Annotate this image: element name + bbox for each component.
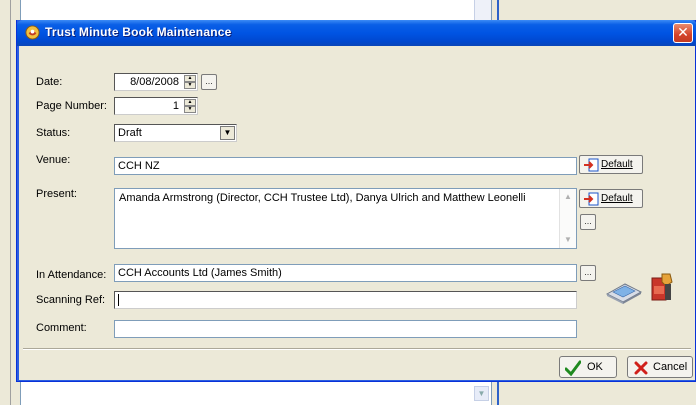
- date-field[interactable]: 8/08/2008 ▲ ▼: [114, 73, 198, 91]
- status-label: Status:: [36, 127, 71, 139]
- comment-label: Comment:: [36, 322, 87, 334]
- scanning-ref-label: Scanning Ref:: [36, 294, 106, 306]
- background-divider: [10, 0, 11, 405]
- insert-default-icon: [584, 192, 599, 206]
- background-scrollbar[interactable]: [474, 0, 491, 20]
- present-scrollbar[interactable]: ▲ ▼: [559, 189, 576, 248]
- page-number-spinner[interactable]: ▲ ▼: [184, 99, 196, 113]
- scroll-up-icon[interactable]: ▲: [561, 190, 575, 204]
- spin-down-icon[interactable]: ▼: [184, 106, 196, 113]
- trust-minute-book-dialog: Trust Minute Book Maintenance ✕ Date: 8/…: [16, 20, 696, 382]
- in-attendance-value: CCH Accounts Ltd (James Smith): [118, 267, 282, 279]
- green-check-icon: [565, 360, 581, 376]
- insert-default-icon: [584, 158, 599, 172]
- title-bar[interactable]: Trust Minute Book Maintenance ✕: [17, 20, 696, 46]
- cancel-button[interactable]: Cancel: [627, 356, 693, 378]
- scanning-ref-field[interactable]: [114, 291, 577, 309]
- present-label: Present:: [36, 188, 77, 200]
- status-value: Draft: [118, 127, 142, 139]
- venue-field[interactable]: CCH NZ: [114, 157, 577, 175]
- in-attendance-picker-button[interactable]: ...: [580, 265, 596, 281]
- venue-value: CCH NZ: [118, 160, 160, 172]
- scanner-icon[interactable]: [605, 278, 643, 304]
- cancel-label: Cancel: [653, 361, 688, 373]
- present-picker-button[interactable]: ...: [580, 214, 596, 230]
- spin-up-icon[interactable]: ▲: [184, 99, 196, 106]
- window-title: Trust Minute Book Maintenance: [45, 25, 232, 39]
- present-value: Amanda Armstrong (Director, CCH Trustee …: [119, 192, 526, 204]
- trust-app-icon: [25, 25, 40, 40]
- present-default-label: Default: [601, 193, 633, 204]
- close-button[interactable]: ✕: [673, 23, 693, 43]
- text-caret: [118, 294, 119, 307]
- ok-label: OK: [587, 361, 603, 373]
- spin-down-icon[interactable]: ▼: [184, 82, 196, 89]
- venue-label: Venue:: [36, 154, 71, 166]
- date-spinner[interactable]: ▲ ▼: [184, 75, 196, 89]
- present-memo[interactable]: Amanda Armstrong (Director, CCH Trustee …: [114, 188, 577, 249]
- date-value: 8/08/2008: [130, 76, 179, 88]
- present-default-button[interactable]: Default: [579, 189, 643, 208]
- page-number-value: 1: [172, 100, 179, 112]
- venue-default-label: Default: [601, 159, 633, 170]
- red-x-icon: [634, 361, 648, 375]
- close-icon: ✕: [677, 24, 689, 40]
- status-select[interactable]: Draft ▼: [114, 124, 237, 142]
- scroll-down-icon[interactable]: ▼: [474, 386, 489, 401]
- venue-default-button[interactable]: Default: [579, 155, 643, 174]
- scroll-down-icon[interactable]: ▼: [561, 233, 575, 247]
- spin-up-icon[interactable]: ▲: [184, 75, 196, 82]
- chevron-down-icon[interactable]: ▼: [220, 126, 235, 140]
- date-picker-button[interactable]: ...: [201, 74, 217, 90]
- footer-separator: [23, 348, 691, 350]
- in-attendance-label: In Attendance:: [36, 269, 107, 281]
- comment-field[interactable]: [114, 320, 577, 338]
- dialog-client-area: Date: 8/08/2008 ▲ ▼ ... Page Number: 1 ▲…: [19, 46, 695, 380]
- ok-button[interactable]: OK: [559, 356, 617, 378]
- in-attendance-field[interactable]: CCH Accounts Ltd (James Smith): [114, 264, 577, 282]
- page-number-label: Page Number:: [36, 100, 107, 112]
- date-label: Date:: [36, 76, 63, 88]
- background-list-bottom: ▼: [20, 382, 492, 405]
- background-list-top: [20, 0, 492, 20]
- page-number-field[interactable]: 1 ▲ ▼: [114, 97, 198, 115]
- pdf-document-icon[interactable]: [650, 272, 674, 302]
